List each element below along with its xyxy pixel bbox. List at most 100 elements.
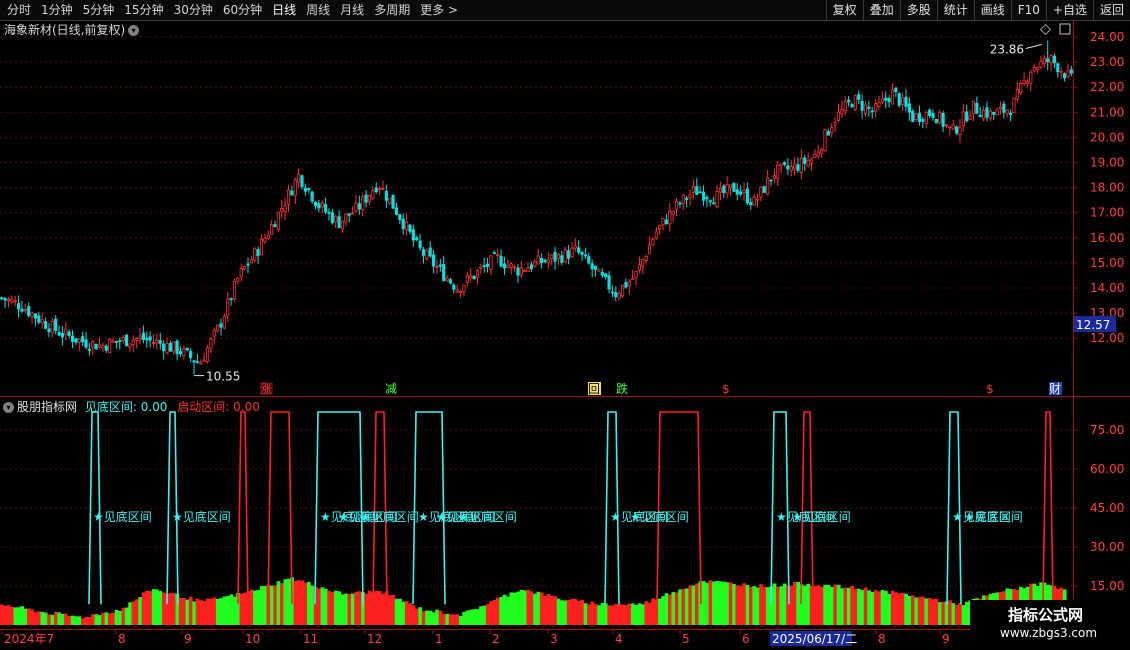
candle bbox=[587, 252, 591, 265]
candle-body bbox=[931, 112, 935, 118]
histogram-bar bbox=[634, 604, 639, 625]
histogram-bar bbox=[637, 603, 642, 625]
histogram-bar bbox=[192, 601, 197, 625]
candle-body bbox=[374, 187, 378, 193]
histogram-bar bbox=[519, 589, 524, 625]
candle-body bbox=[489, 255, 493, 270]
candle-body bbox=[1059, 71, 1063, 73]
histogram-bar bbox=[816, 585, 821, 625]
candle bbox=[81, 331, 85, 346]
histogram-bar bbox=[377, 591, 382, 625]
candle-body bbox=[185, 347, 189, 351]
candle bbox=[685, 195, 689, 208]
histogram-bar bbox=[846, 587, 851, 625]
candle-body bbox=[458, 291, 463, 293]
histogram-bar bbox=[124, 607, 129, 625]
candle bbox=[97, 337, 102, 349]
candle bbox=[135, 337, 139, 349]
candle bbox=[101, 342, 105, 353]
candle-body bbox=[654, 231, 658, 239]
candle-body bbox=[475, 270, 480, 279]
candle-body bbox=[155, 339, 159, 344]
candle bbox=[297, 168, 301, 189]
kline-chart[interactable]: 24.00 23.00 22.00 21.00 20.00 19.00 18.00 17.00… bbox=[0, 0, 1130, 650]
candle-body bbox=[556, 254, 561, 260]
histogram-bar bbox=[199, 600, 203, 625]
candle bbox=[1042, 55, 1046, 68]
histogram-bar bbox=[263, 585, 267, 625]
histogram-bar bbox=[573, 599, 578, 625]
candle bbox=[442, 255, 446, 282]
histogram-bar bbox=[26, 608, 31, 625]
candle bbox=[94, 343, 98, 350]
indicator-title: ▾ 股朋指标网 见底区间: 0.00 启动区间: 0.00 bbox=[3, 398, 260, 415]
histogram-bar bbox=[401, 601, 406, 625]
time-axis-tick: 12 bbox=[364, 630, 382, 646]
candle bbox=[280, 199, 284, 219]
candle-body bbox=[20, 308, 24, 312]
candle-body bbox=[539, 257, 544, 264]
candle bbox=[620, 284, 625, 298]
candle-body bbox=[546, 259, 550, 263]
indicator-tick-label: 15.00 bbox=[1090, 579, 1124, 593]
candle-body bbox=[465, 275, 469, 283]
candle bbox=[752, 193, 756, 206]
candle-body bbox=[145, 337, 149, 341]
histogram-bar bbox=[296, 580, 301, 625]
chevron-down-icon[interactable]: ▾ bbox=[128, 25, 140, 36]
candle-body bbox=[712, 202, 716, 205]
histogram-bar bbox=[927, 597, 932, 625]
candle-body bbox=[10, 299, 14, 303]
candle-body bbox=[445, 277, 449, 282]
stock-name: 海象新材(日线,前复权) bbox=[4, 23, 126, 37]
candle-body bbox=[583, 254, 588, 257]
candle-body bbox=[246, 263, 250, 266]
candle bbox=[313, 201, 318, 210]
histogram-bar bbox=[492, 599, 497, 625]
candle bbox=[57, 325, 61, 337]
histogram-bar bbox=[259, 586, 264, 625]
histogram-bar bbox=[155, 589, 159, 625]
candle bbox=[1005, 109, 1009, 118]
candle-body bbox=[226, 298, 230, 317]
candle bbox=[489, 254, 493, 276]
candle-body bbox=[573, 245, 577, 249]
candle-body bbox=[310, 191, 314, 202]
candle bbox=[604, 272, 608, 280]
price-grid: 24.00 23.00 22.00 21.00 20.00 19.00 18.00 17.00… bbox=[0, 30, 1124, 345]
candle-body bbox=[536, 255, 540, 265]
histogram-bar bbox=[526, 589, 531, 625]
histogram-bar bbox=[188, 596, 193, 625]
chevron-down-icon[interactable]: ▾ bbox=[3, 402, 14, 413]
candle bbox=[121, 335, 125, 344]
candle bbox=[506, 259, 510, 269]
candle-body bbox=[526, 267, 530, 273]
candle bbox=[131, 335, 135, 353]
zone-label: ★见底区间 bbox=[964, 509, 1023, 524]
histogram-bar bbox=[215, 598, 220, 625]
candle bbox=[371, 186, 375, 201]
candle bbox=[243, 265, 247, 271]
candle-body bbox=[297, 173, 301, 183]
candle-body bbox=[941, 112, 945, 127]
histogram-bar bbox=[87, 617, 92, 625]
candle-body bbox=[722, 185, 726, 193]
candle-body bbox=[961, 111, 965, 126]
candle bbox=[965, 104, 969, 123]
candle bbox=[759, 186, 763, 202]
candle-body bbox=[1042, 57, 1046, 65]
candle-body bbox=[74, 338, 78, 343]
candle bbox=[354, 194, 358, 214]
candle-body bbox=[533, 260, 537, 267]
candle bbox=[47, 322, 51, 338]
histogram-bar bbox=[651, 598, 655, 625]
price-tick-label: 18.00 bbox=[1090, 181, 1124, 195]
candle-body bbox=[219, 323, 223, 328]
candle bbox=[1015, 81, 1019, 103]
histogram-bar bbox=[340, 594, 345, 625]
candle bbox=[16, 295, 21, 318]
candle-body bbox=[283, 205, 287, 212]
candle-body bbox=[351, 212, 355, 215]
histogram-bar bbox=[43, 612, 48, 625]
candle-body bbox=[192, 360, 196, 363]
